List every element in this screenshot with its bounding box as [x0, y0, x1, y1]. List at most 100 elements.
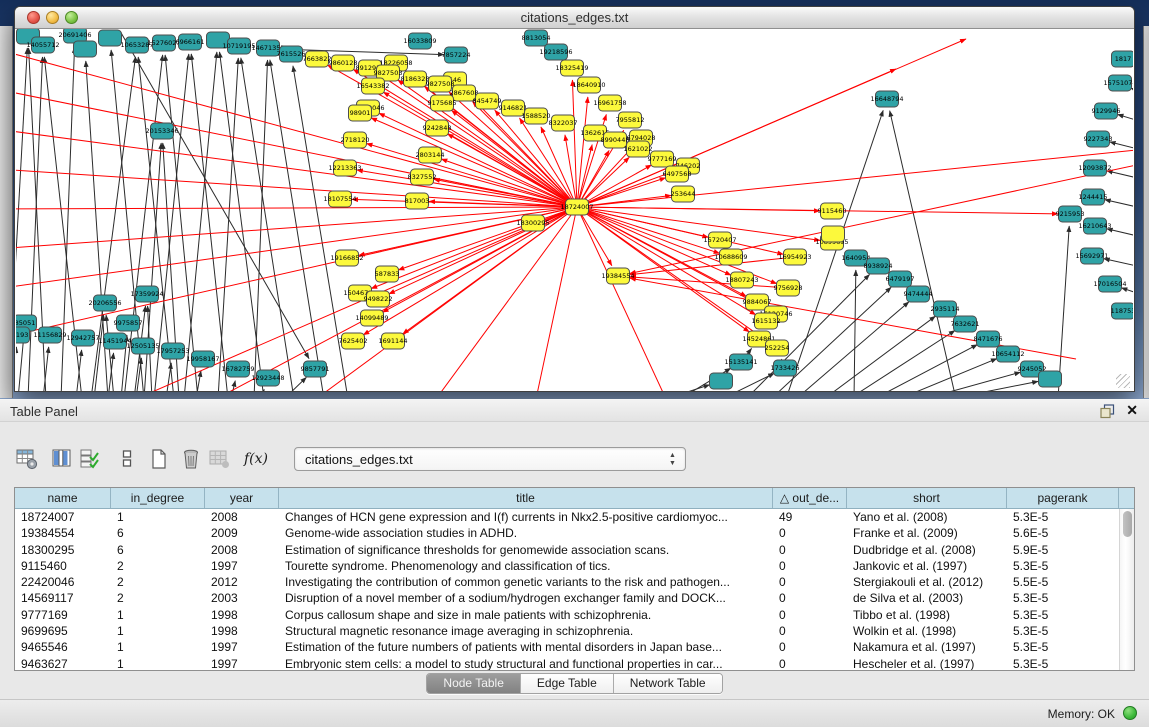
graph-node[interactable]: 9857791: [301, 361, 330, 377]
graph-node[interactable]: 9498222: [364, 291, 393, 307]
graph-node[interactable]: 15720407: [703, 232, 736, 248]
graph-node[interactable]: 2935114: [931, 301, 960, 317]
graph-node[interactable]: 12213363: [328, 160, 361, 176]
graph-node[interactable]: 1615132: [752, 313, 781, 329]
column-header-short[interactable]: short: [847, 488, 1007, 508]
new-column-icon[interactable]: [146, 446, 172, 472]
table-row[interactable]: 946554611997Estimation of the future num…: [15, 639, 1119, 655]
graph-node[interactable]: 1588520: [522, 108, 551, 124]
table-row[interactable]: 977716911998Corpus callosum shape and si…: [15, 607, 1119, 623]
table-selector-dropdown[interactable]: citations_edges.txt ▲▼: [294, 447, 686, 471]
graph-node[interactable]: 12093872: [1078, 160, 1111, 176]
graph-node[interactable]: [1039, 371, 1062, 387]
graph-node[interactable]: 9756928: [774, 280, 803, 296]
graph-node[interactable]: 12923448: [251, 370, 284, 386]
table-row[interactable]: 1456911722003Disruption of a novel membe…: [15, 590, 1119, 606]
graph-node[interactable]: 9242848: [423, 120, 452, 136]
graph-node[interactable]: 8938924: [864, 258, 893, 274]
function-builder-icon[interactable]: f(x): [243, 446, 269, 472]
table-row[interactable]: 2242004622012Investigating the contribut…: [15, 574, 1119, 590]
graph-node[interactable]: 15751074: [1103, 75, 1133, 91]
graph-node[interactable]: 14055712: [26, 37, 59, 53]
graph-node[interactable]: 7857224: [442, 47, 471, 63]
graph-node[interactable]: 98901: [349, 105, 372, 121]
tab-network-table[interactable]: Network Table: [614, 674, 722, 693]
graph-node[interactable]: 8813054: [522, 30, 551, 46]
graph-node[interactable]: 8454749: [473, 93, 502, 109]
graph-node[interactable]: 18807243: [725, 272, 758, 288]
graph-node[interactable]: 1244415: [1079, 189, 1108, 205]
float-window-icon[interactable]: [1100, 404, 1115, 419]
graph-node[interactable]: 18300295: [516, 215, 549, 231]
graph-node[interactable]: 16954923: [778, 249, 811, 265]
column-header-name[interactable]: name: [15, 488, 111, 508]
graph-node[interactable]: 18107554: [323, 191, 356, 207]
graph-node[interactable]: 20206556: [88, 295, 121, 311]
graph-node[interactable]: 253644: [671, 186, 696, 202]
column-header-title[interactable]: title: [279, 488, 773, 508]
graph-node[interactable]: 6479197: [886, 271, 915, 287]
graph-node[interactable]: 9115460: [818, 203, 847, 219]
graph-node[interactable]: 16210643: [1078, 218, 1111, 234]
graph-node[interactable]: [822, 226, 845, 242]
table-row[interactable]: 911546021997Tourette syndrome. Phenomeno…: [15, 558, 1119, 574]
graph-node[interactable]: 20153346: [145, 123, 178, 139]
show-columns-icon[interactable]: [49, 446, 75, 472]
graph-node[interactable]: 17016504: [1093, 276, 1126, 292]
graph-node[interactable]: 39193: [16, 327, 30, 343]
table-row[interactable]: 946362711997Embryonic stem cells: a mode…: [15, 656, 1119, 670]
graph-node[interactable]: 12505135: [126, 338, 159, 354]
graph-node[interactable]: 2718120: [341, 132, 370, 148]
graph-node[interactable]: 14099489: [355, 310, 388, 326]
network-canvas[interactable]: 1405571220691406106532871527602169661611…: [16, 29, 1133, 391]
graph-node[interactable]: 9860128: [329, 55, 358, 71]
graph-node[interactable]: 16961758: [593, 95, 626, 111]
table-settings-icon[interactable]: [14, 446, 40, 472]
close-panel-icon[interactable]: ✕: [1126, 402, 1138, 419]
graph-node[interactable]: 10654112: [991, 346, 1024, 362]
graph-node[interactable]: 18325419: [555, 60, 588, 76]
graph-node[interactable]: 17957253: [156, 343, 189, 359]
graph-node[interactable]: 9975857: [114, 315, 143, 331]
graph-node[interactable]: 17359924: [130, 286, 163, 302]
graph-node[interactable]: 12942757: [66, 330, 99, 346]
graph-node[interactable]: 1691144: [379, 333, 408, 349]
table-row[interactable]: 1830029562008Estimation of significance …: [15, 542, 1119, 558]
graph-node[interactable]: [99, 30, 122, 46]
graph-node[interactable]: 10688609: [714, 249, 747, 265]
tab-edge-table[interactable]: Edge Table: [521, 674, 614, 693]
graph-node[interactable]: 15135141: [724, 354, 757, 370]
graph-node[interactable]: 19958167: [186, 351, 219, 367]
scrollbar-thumb[interactable]: [1123, 511, 1132, 537]
graph-node[interactable]: 7955812: [616, 112, 645, 128]
graph-node[interactable]: 19384554: [601, 268, 634, 284]
graph-node[interactable]: 16648794: [870, 91, 903, 107]
table-row[interactable]: 1872400712008Changes of HCN gene express…: [15, 509, 1119, 525]
graph-node[interactable]: 11156829: [33, 327, 66, 343]
table-row[interactable]: 969969511998Structural magnetic resonanc…: [15, 623, 1119, 639]
graph-node[interactable]: 8322037: [549, 115, 578, 131]
graph-node[interactable]: 15692971: [1075, 248, 1108, 264]
row-checklist-icon[interactable]: [77, 446, 103, 472]
graph-node[interactable]: 7632621: [951, 316, 980, 332]
graph-node[interactable]: 1733426: [771, 360, 800, 376]
graph-node[interactable]: 18724007: [560, 199, 593, 215]
graph-node[interactable]: 9215953: [1056, 206, 1085, 222]
graph-node[interactable]: 19218596: [539, 44, 572, 60]
delete-column-icon[interactable]: [178, 446, 204, 472]
resize-grip-icon[interactable]: [1116, 374, 1130, 388]
graph-node[interactable]: 8327552: [408, 169, 437, 185]
table-mode-icon[interactable]: [114, 446, 140, 472]
graph-node[interactable]: 9474444: [904, 286, 933, 302]
graph-node[interactable]: 7663822: [303, 51, 332, 67]
column-header-year[interactable]: year: [205, 488, 279, 508]
graph-node[interactable]: [710, 373, 733, 389]
graph-node[interactable]: 16782759: [221, 361, 254, 377]
graph-node[interactable]: 19166852: [330, 250, 363, 266]
graph-node[interactable]: 6966161: [176, 34, 205, 50]
graph-node[interactable]: 1817: [1112, 51, 1134, 67]
graph-node[interactable]: [74, 41, 97, 57]
graph-node[interactable]: 18640910: [572, 77, 605, 93]
graph-node[interactable]: 9175685: [428, 95, 457, 111]
graph-node[interactable]: 7625402: [339, 333, 368, 349]
